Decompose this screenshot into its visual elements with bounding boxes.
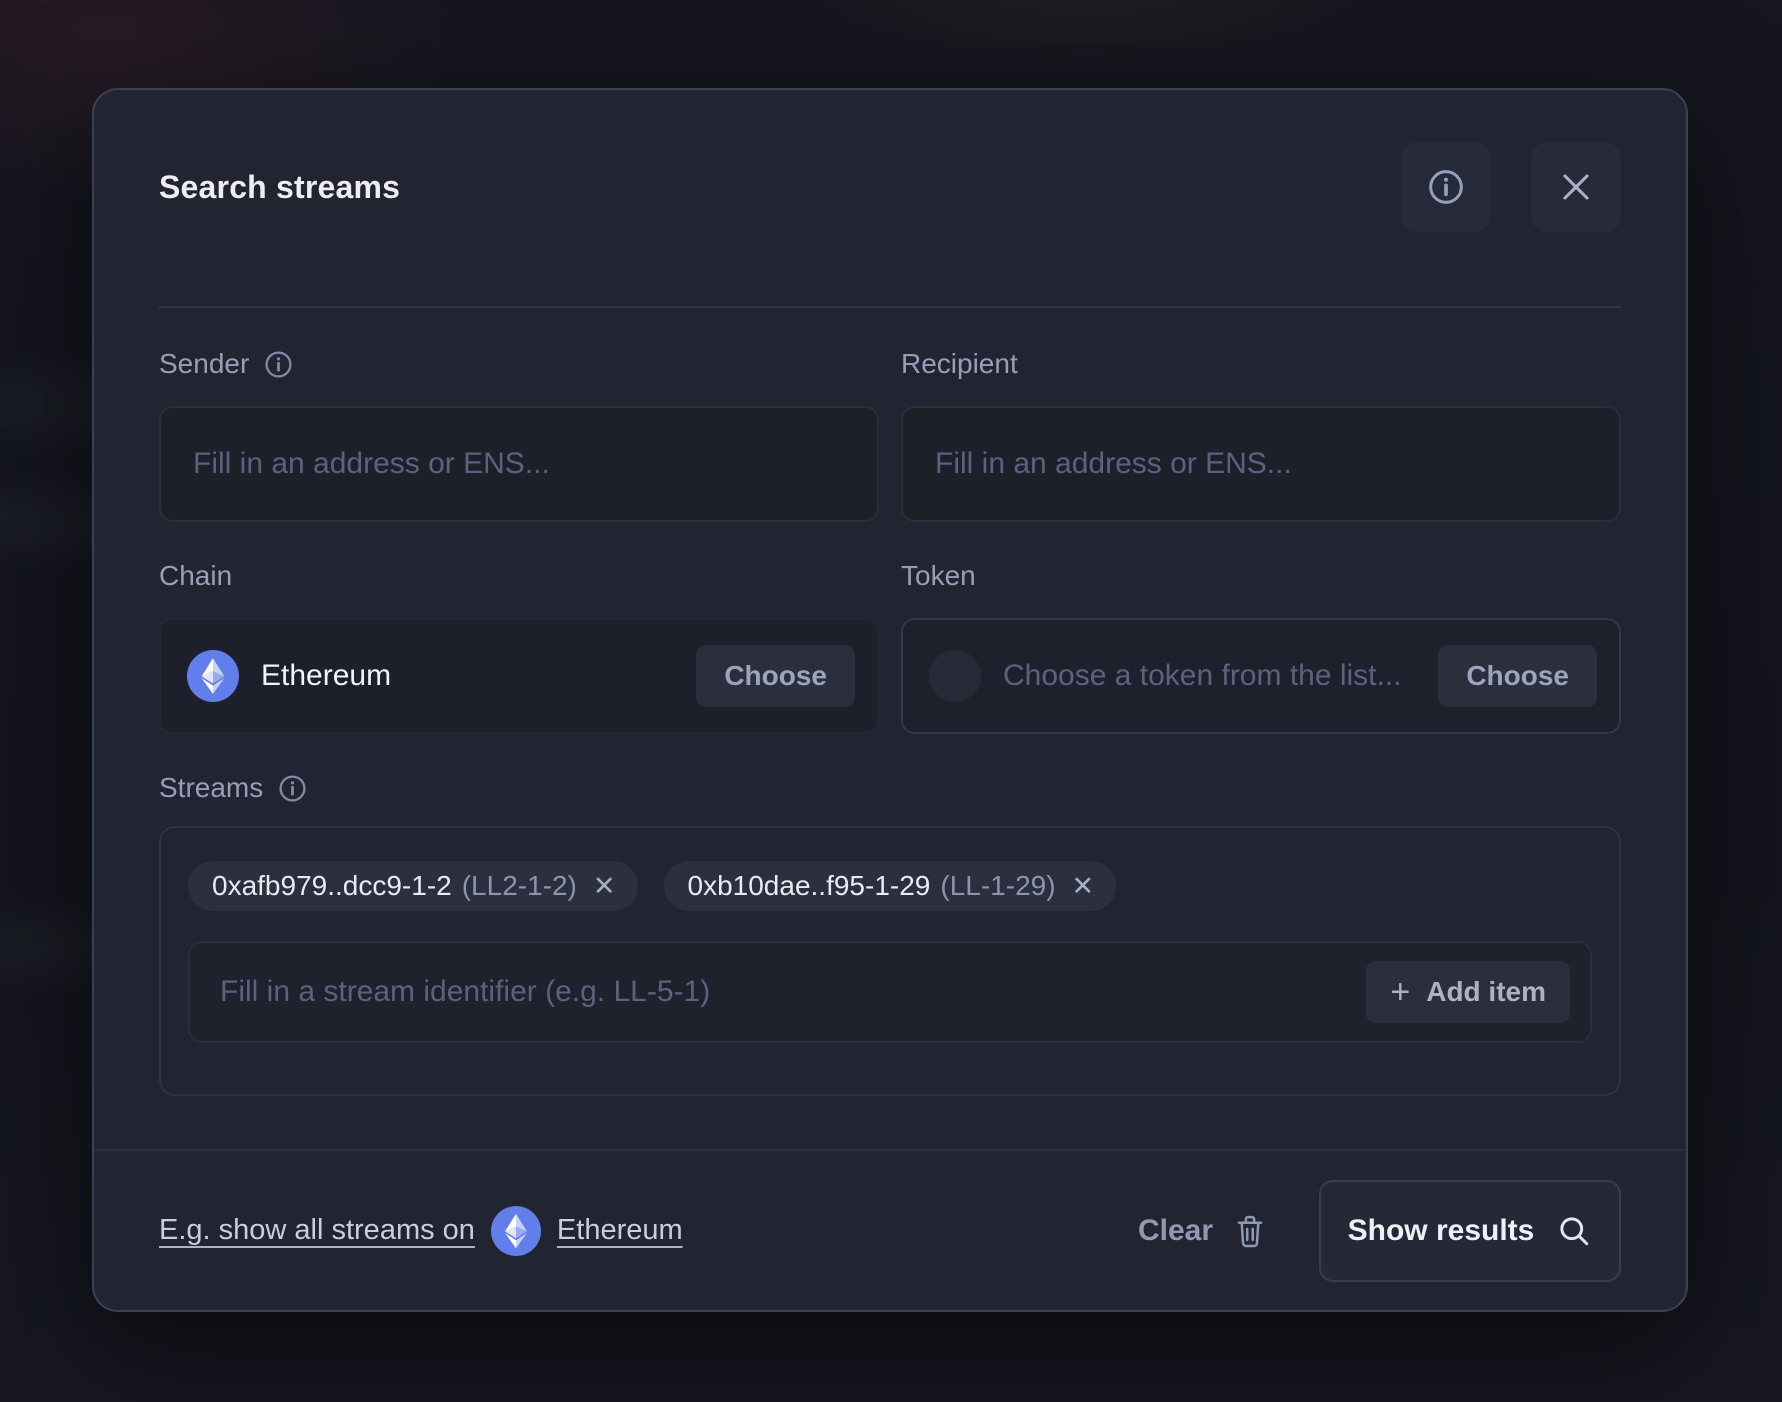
stream-chip: 0xb10dae..f95-1-29 (LL-1-29) ✕ — [664, 861, 1117, 911]
token-choose-button[interactable]: Choose — [1438, 645, 1597, 707]
chain-choose-button[interactable]: Choose — [696, 645, 855, 707]
streams-label-row: Streams — [159, 772, 1621, 804]
chain-token-row: Chain Ethereum Choose — [159, 522, 1621, 734]
chain-selected-value: Ethereum — [261, 659, 696, 693]
example-link-chain: Ethereum — [557, 1214, 683, 1247]
clear-button[interactable]: Clear — [1138, 1213, 1267, 1249]
stream-chip: 0xafb979..dcc9-1-2 (LL2-1-2) ✕ — [188, 861, 638, 911]
token-field-group: Token Choose a token from the list... Ch… — [901, 522, 1621, 734]
stream-chip-id: 0xafb979..dcc9-1-2 — [212, 870, 452, 902]
chain-select: Ethereum Choose — [159, 618, 879, 734]
recipient-label: Recipient — [901, 348, 1018, 380]
ethereum-icon — [491, 1206, 541, 1256]
footer-actions: Clear Show results — [1138, 1180, 1621, 1282]
example-streams-link[interactable]: E.g. show all streams on Ethereum — [159, 1206, 1138, 1256]
token-select: Choose a token from the list... Choose — [901, 618, 1621, 734]
recipient-field-group: Recipient — [901, 308, 1621, 522]
sender-label: Sender — [159, 348, 249, 380]
streams-box: 0xafb979..dcc9-1-2 (LL2-1-2) ✕ 0xb10dae.… — [159, 826, 1621, 1096]
stream-chip-remove-icon[interactable]: ✕ — [1072, 873, 1095, 900]
header-buttons — [1401, 142, 1621, 232]
show-results-button[interactable]: Show results — [1319, 1180, 1621, 1282]
modal-title: Search streams — [159, 169, 1401, 206]
example-link-text: E.g. show all streams on — [159, 1214, 475, 1247]
trash-icon — [1233, 1213, 1267, 1249]
streams-label: Streams — [159, 772, 263, 804]
sender-field-group: Sender — [159, 308, 879, 522]
token-label: Token — [901, 560, 976, 592]
stream-chips-row: 0xafb979..dcc9-1-2 (LL2-1-2) ✕ 0xb10dae.… — [188, 861, 1592, 911]
token-placeholder-text: Choose a token from the list... — [1003, 659, 1438, 693]
stream-input-wrap: + Add item — [188, 941, 1592, 1043]
modal-header: Search streams — [159, 142, 1621, 232]
search-icon — [1556, 1213, 1592, 1249]
sender-input-wrap — [159, 406, 879, 522]
show-results-label: Show results — [1348, 1214, 1535, 1248]
clear-label: Clear — [1138, 1214, 1213, 1248]
stream-chip-alias: (LL-1-29) — [940, 870, 1055, 902]
info-icon — [1426, 167, 1466, 207]
address-row: Sender Recipient — [159, 308, 1621, 522]
close-button[interactable] — [1531, 142, 1621, 232]
sender-input[interactable] — [191, 446, 847, 482]
chain-field-group: Chain Ethereum Choose — [159, 522, 879, 734]
search-streams-modal: Search streams — [92, 88, 1688, 1312]
add-item-label: Add item — [1426, 976, 1546, 1008]
page-background: Search streams — [0, 0, 1782, 1402]
stream-identifier-input[interactable] — [218, 974, 1366, 1010]
recipient-input-wrap — [901, 406, 1621, 522]
ethereum-icon — [187, 650, 239, 702]
plus-icon: + — [1390, 975, 1410, 1009]
modal-footer: E.g. show all streams on Ethereum Clear — [159, 1151, 1621, 1310]
add-item-button[interactable]: + Add item — [1366, 961, 1570, 1023]
info-button[interactable] — [1401, 142, 1491, 232]
streams-info-icon[interactable] — [277, 773, 308, 804]
stream-chip-remove-icon[interactable]: ✕ — [593, 873, 616, 900]
recipient-input[interactable] — [933, 446, 1589, 482]
token-placeholder-circle — [929, 650, 981, 702]
close-icon — [1557, 168, 1595, 206]
stream-chip-alias: (LL2-1-2) — [462, 870, 577, 902]
chain-label: Chain — [159, 560, 232, 592]
sender-info-icon[interactable] — [263, 349, 294, 380]
stream-chip-id: 0xb10dae..f95-1-29 — [688, 870, 931, 902]
